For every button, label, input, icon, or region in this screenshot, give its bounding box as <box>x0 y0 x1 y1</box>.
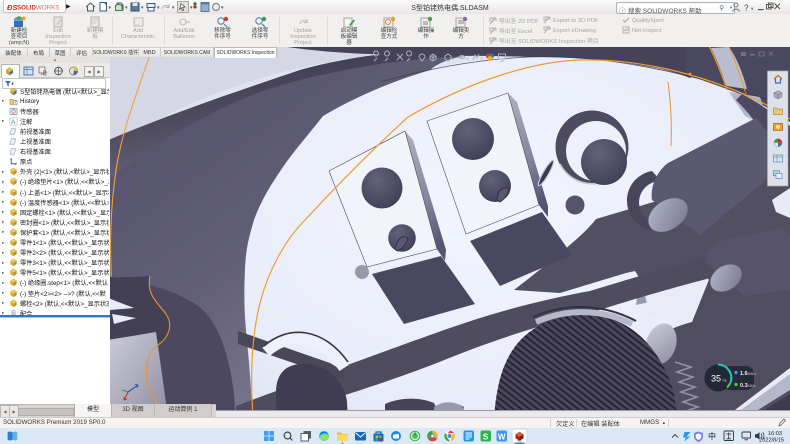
svg-text:▾: ▾ <box>453 56 455 61</box>
svg-text:W: W <box>498 432 506 441</box>
svg-text:S: S <box>483 431 489 441</box>
svg-text:ĐS: ĐS <box>7 3 17 12</box>
svg-text:▾: ▾ <box>481 56 483 61</box>
svg-text:▾: ▾ <box>467 56 469 61</box>
svg-text:?: ? <box>744 4 749 13</box>
svg-text:▾: ▾ <box>172 5 175 11</box>
svg-text:SW: SW <box>517 439 522 443</box>
svg-text:▾: ▾ <box>190 5 193 11</box>
svg-text:35: 35 <box>711 374 721 384</box>
svg-text:▾: ▾ <box>141 5 144 11</box>
svg-text:▾: ▾ <box>109 5 112 11</box>
svg-text:▾: ▾ <box>157 5 160 11</box>
svg-text:WORKS: WORKS <box>36 5 59 12</box>
svg-text:▾: ▾ <box>751 6 754 11</box>
svg-text:β: β <box>43 70 46 76</box>
svg-text:SOLID: SOLID <box>17 5 36 12</box>
svg-text:2022/8/15: 2022/8/15 <box>759 438 784 444</box>
svg-text:%: % <box>723 378 727 383</box>
svg-text:▾: ▾ <box>125 5 128 11</box>
svg-text:中: 中 <box>708 431 716 441</box>
svg-text:16:03: 16:03 <box>768 431 782 437</box>
svg-text:▾: ▾ <box>221 5 224 11</box>
